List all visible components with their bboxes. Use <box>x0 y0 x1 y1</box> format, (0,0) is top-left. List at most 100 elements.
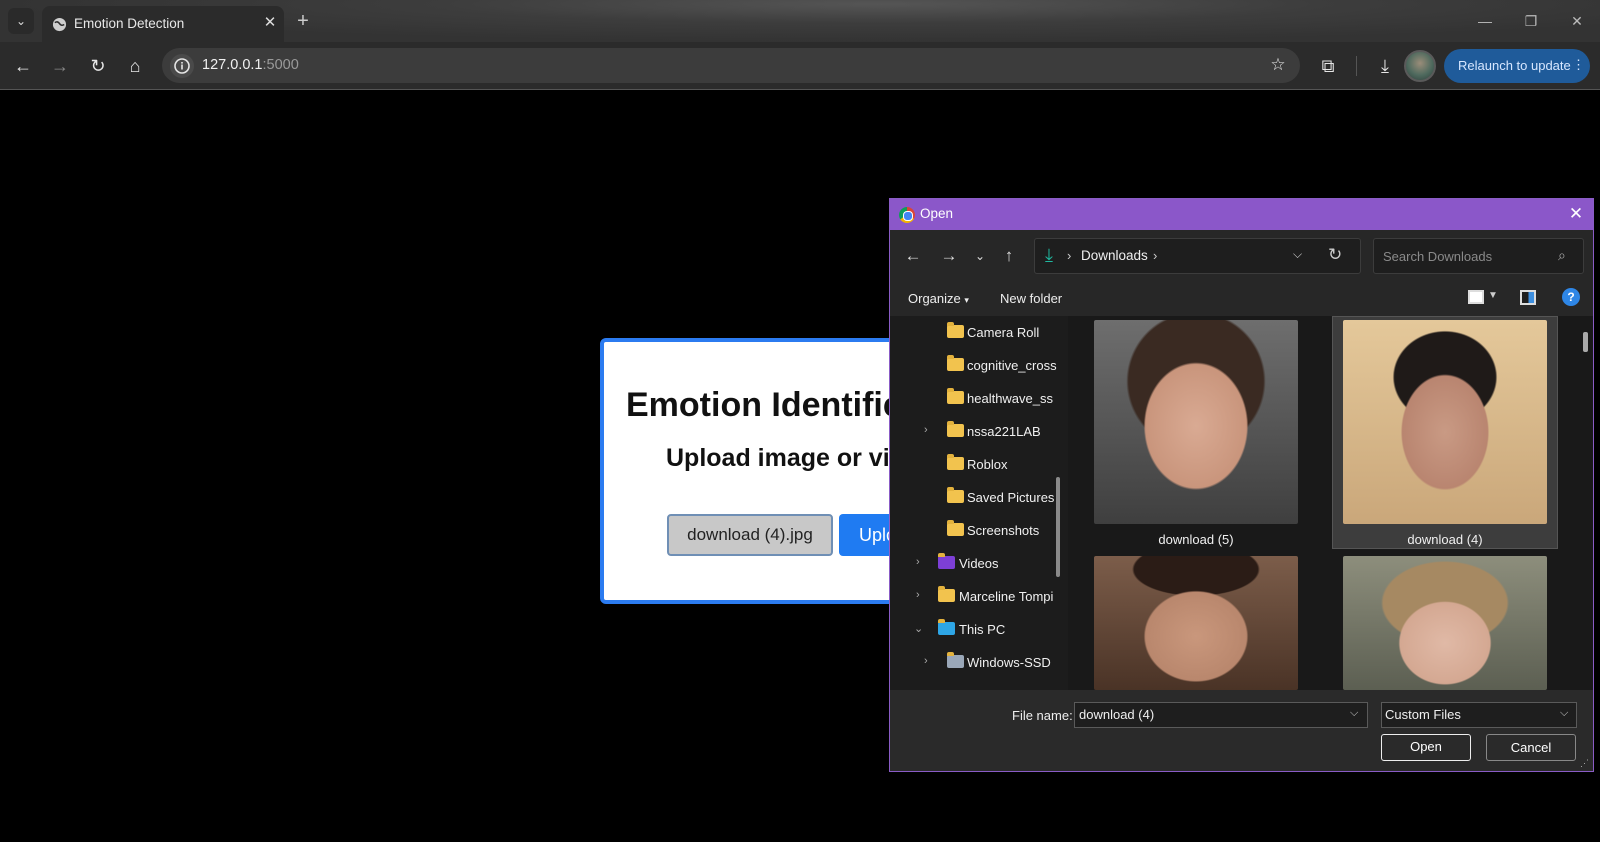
tree-item-label: Roblox <box>967 457 1008 472</box>
browser-tab[interactable]: Emotion Detection ✕ <box>42 6 284 42</box>
search-icon: ⌕ <box>1558 247 1566 263</box>
file-item[interactable] <box>1343 556 1547 690</box>
recent-locations-icon[interactable]: ⌄ <box>969 245 991 267</box>
file-type-select[interactable]: Custom Files ⌵ <box>1381 702 1577 728</box>
preview-pane-icon[interactable] <box>1520 290 1536 305</box>
tab-close-icon[interactable]: ✕ <box>260 13 280 33</box>
organize-button[interactable]: Organize ▾ <box>908 291 969 306</box>
maximize-icon[interactable]: ❐ <box>1508 0 1554 42</box>
refresh-icon[interactable]: ↻ <box>1328 245 1342 265</box>
tree-item-label: nssa221LAB <box>967 424 1041 439</box>
file-item[interactable]: download (5) <box>1094 320 1298 547</box>
tree-item-label: Saved Pictures <box>967 490 1055 505</box>
tree-scrollbar[interactable] <box>1056 477 1060 577</box>
search-placeholder: Search Downloads <box>1383 249 1493 264</box>
dialog-nav-bar: ← → ⌄ ↑ ⤓ › Downloads › ⌵ ↻ Search Downl… <box>890 230 1593 282</box>
chevron-down-icon[interactable]: ⌄ <box>914 622 923 635</box>
forward-icon[interactable]: → <box>48 54 72 78</box>
tree-item-videos[interactable]: › Videos <box>890 547 1065 580</box>
folder-icon <box>947 388 964 404</box>
up-folder-icon[interactable]: ↑ <box>998 245 1020 267</box>
tree-item-cognitive-cross[interactable]: cognitive_cross <box>890 349 1065 382</box>
file-item[interactable] <box>1094 556 1298 690</box>
window-close-icon[interactable]: ✕ <box>1554 0 1600 42</box>
dialog-close-icon[interactable]: ✕ <box>1566 204 1586 224</box>
file-name-input[interactable]: download (4) ⌵ <box>1074 702 1368 728</box>
breadcrumb-downloads[interactable]: Downloads <box>1081 248 1148 263</box>
chevron-right-icon[interactable]: › <box>924 424 928 436</box>
chevron-right-icon[interactable]: › <box>924 655 928 667</box>
more-icon: ⋮ <box>1572 57 1585 72</box>
new-tab-icon[interactable]: + <box>292 11 314 33</box>
help-icon[interactable]: ? <box>1562 288 1580 306</box>
profile-avatar[interactable] <box>1404 50 1436 82</box>
tree-item-screenshots[interactable]: Screenshots <box>890 514 1065 547</box>
back-icon[interactable]: ← <box>902 245 924 267</box>
dialog-footer: File name: download (4) ⌵ Custom Files ⌵… <box>890 690 1593 771</box>
tab-search-icon[interactable]: ⌄ <box>8 8 34 34</box>
relaunch-button[interactable]: Relaunch to update ⋮ <box>1444 49 1590 83</box>
bookmark-star-icon[interactable]: ☆ <box>1266 53 1290 77</box>
view-mode-icon[interactable] <box>1468 290 1484 304</box>
tree-item-windows-ssd[interactable]: › Windows-SSD <box>890 646 1065 679</box>
extensions-icon[interactable]: ⧉ <box>1316 54 1340 78</box>
dialog-titlebar: Open ✕ <box>890 199 1593 230</box>
address-bar[interactable]: 127.0.0.1:5000 ☆ <box>162 48 1300 83</box>
cancel-button[interactable]: Cancel <box>1486 734 1576 761</box>
chevron-down-icon[interactable]: ⌵ <box>1293 247 1302 262</box>
file-grid: download (5) download (4) <box>1068 316 1593 690</box>
chevron-down-icon[interactable]: ⌵ <box>1560 707 1568 720</box>
search-input[interactable]: Search Downloads ⌕ <box>1373 238 1584 274</box>
tree-item-healthwave-ss[interactable]: healthwave_ss <box>890 382 1065 415</box>
open-file-dialog: Open ✕ ← → ⌄ ↑ ⤓ › Downloads › ⌵ ↻ Searc… <box>889 198 1594 772</box>
chevron-down-icon[interactable]: ⌵ <box>1350 707 1358 720</box>
pc-icon <box>938 619 955 635</box>
folder-icon <box>947 520 964 536</box>
tree-item-this-pc[interactable]: ⌄ This PC <box>890 613 1065 646</box>
folder-icon <box>947 454 964 470</box>
new-folder-button[interactable]: New folder <box>1000 291 1062 306</box>
drive-icon <box>947 652 964 668</box>
chevron-right-icon[interactable]: › <box>916 556 920 568</box>
tree-item-label: cognitive_cross <box>967 358 1057 373</box>
tree-item-saved-pictures[interactable]: Saved Pictures <box>890 481 1065 514</box>
navigation-pane: Camera Roll cognitive_cross healthwave_s… <box>890 316 1068 690</box>
tree-item-roblox[interactable]: Roblox <box>890 448 1065 481</box>
open-button[interactable]: Open <box>1381 734 1471 761</box>
download-icon[interactable]: ⤓ <box>1373 54 1397 78</box>
file-name-label: File name: <box>1012 708 1073 723</box>
breadcrumb-chevron-icon[interactable]: › <box>1153 248 1157 263</box>
page-title: Emotion Identific <box>626 386 900 424</box>
folder-icon <box>947 322 964 338</box>
reload-icon[interactable]: ↻ <box>86 54 110 78</box>
tree-item-label: Videos <box>959 556 999 571</box>
tree-item-label: Camera Roll <box>967 325 1040 340</box>
dialog-command-bar: Organize ▾ New folder ▼ ? <box>890 282 1593 316</box>
file-name: download (4) <box>1407 532 1483 547</box>
url-text: 127.0.0.1:5000 <box>202 57 299 73</box>
resize-grip-icon[interactable]: ⋰ <box>1580 758 1589 769</box>
home-icon[interactable]: ⌂ <box>123 54 147 78</box>
forward-icon[interactable]: → <box>938 245 960 267</box>
tree-item-marceline-tompi[interactable]: › Marceline Tompi <box>890 580 1065 613</box>
chrome-logo-icon <box>899 207 915 223</box>
folder-icon <box>938 586 955 602</box>
dialog-title: Open <box>920 206 954 221</box>
site-info-icon[interactable] <box>170 54 194 78</box>
organize-label: Organize <box>908 291 961 306</box>
folder-icon <box>947 355 964 371</box>
browser-toolbar: ← → ↻ ⌂ 127.0.0.1:5000 ☆ ⧉ ⤓ Relaunch to… <box>0 42 1600 90</box>
chevron-down-icon[interactable]: ▼ <box>1488 290 1498 301</box>
chevron-right-icon[interactable]: › <box>916 589 920 601</box>
folder-icon <box>947 421 964 437</box>
tree-item-nssa221lab[interactable]: › nssa221LAB <box>890 415 1065 448</box>
grid-scrollbar[interactable] <box>1583 332 1588 352</box>
tree-item-camera-roll[interactable]: Camera Roll <box>890 316 1065 349</box>
back-icon[interactable]: ← <box>11 54 35 78</box>
file-item-selected[interactable]: download (4) <box>1343 320 1547 547</box>
file-chooser-button[interactable]: download (4).jpg <box>667 514 833 556</box>
globe-icon <box>52 17 67 32</box>
minimize-icon[interactable]: — <box>1462 0 1508 42</box>
breadcrumb-chevron-icon[interactable]: › <box>1067 248 1071 263</box>
dialog-address-bar[interactable]: ⤓ › Downloads › ⌵ ↻ <box>1034 238 1361 274</box>
